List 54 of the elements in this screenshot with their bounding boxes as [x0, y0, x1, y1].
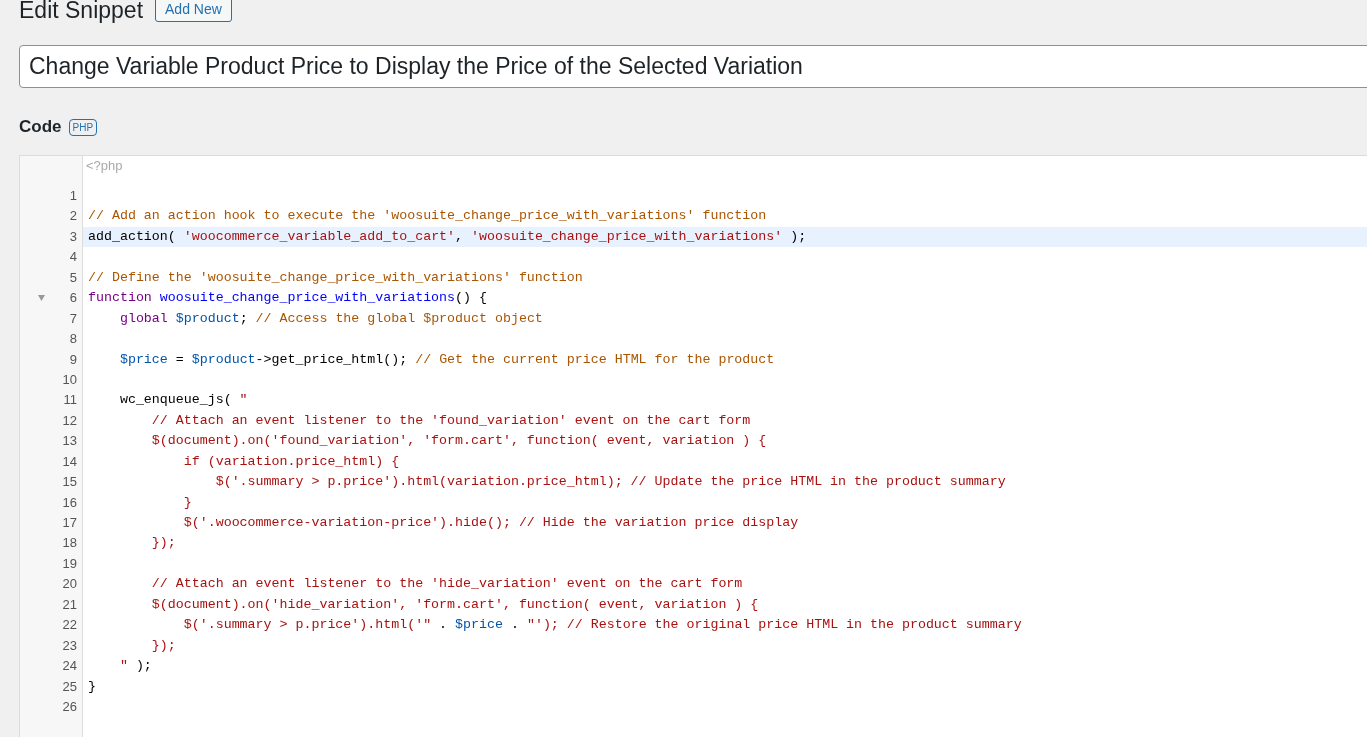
line-number: 6 [69, 289, 77, 308]
add-new-button[interactable]: Add New [155, 0, 232, 22]
line-number: 9 [69, 350, 77, 369]
code-line: }); [150, 534, 176, 553]
line-number: 16 [62, 493, 77, 512]
code-line: // Define the 'woosuite_change_price_with_variations' function [87, 268, 583, 287]
code-line: // Attach an event listener to the 'found_variation' event on the cart form [150, 411, 751, 430]
code-line: " ); [118, 657, 152, 676]
language-badge: PHP [68, 118, 98, 136]
code-line: $(document).on('found_variation', 'form.cart', function( event, variation ) { [150, 432, 767, 451]
page-title: Edit Snippet [19, 0, 144, 22]
line-number: 17 [62, 514, 77, 532]
code-line: $(document).on('hide_variation', 'form.cart', function( event, variation ) { [150, 595, 759, 614]
line-number: 26 [62, 697, 77, 716]
code-line: global $product; // Access the global $product object [118, 309, 543, 328]
line-number: 13 [62, 432, 77, 451]
code-line: add_action( 'woocommerce_variable_add_to_cart', 'woosuite_change_price_with_variations' ); [87, 227, 807, 246]
code-line: } [182, 493, 192, 512]
line-number: 20 [62, 575, 77, 594]
line-number: 4 [69, 248, 77, 267]
code-line: }); [150, 636, 176, 655]
code-line: } [87, 677, 96, 696]
fold-arrow-icon[interactable] [38, 295, 45, 302]
line-number: 23 [62, 636, 77, 655]
code-line: wc_enqueue_js( " [118, 391, 248, 410]
code-editor[interactable] [19, 155, 1367, 737]
code-label: Code [19, 117, 62, 137]
line-number: 7 [69, 309, 77, 328]
line-number: 10 [62, 370, 77, 389]
code-line: $('.summary > p.price').html('" . $price . "'); // Restore the original price HTML in the product summary [182, 616, 1022, 635]
code-line: $('.woocommerce-variation-price').hide(); // Hide the variation price display [182, 514, 799, 532]
line-number: 15 [62, 473, 77, 492]
line-number: 22 [62, 616, 77, 635]
line-number: 14 [62, 452, 77, 471]
line-number: 3 [69, 227, 77, 246]
line-number: 25 [62, 677, 77, 696]
code-line: if (variation.price_html) { [182, 452, 400, 471]
line-number: 5 [69, 268, 77, 287]
code-line: // Add an action hook to execute the 'woosuite_change_price_with_variations' function [87, 207, 767, 226]
line-number: 24 [62, 657, 77, 676]
code-line: // Attach an event listener to the 'hide_variation' event on the cart form [150, 575, 743, 594]
code-line: $('.summary > p.price').html(variation.price_html); // Update the price HTML in the product summary [214, 473, 1006, 492]
snippet-title-field[interactable]: Change Variable Product Price to Display the Price of the Selected Variation [19, 45, 1367, 88]
line-number: 21 [62, 595, 77, 614]
line-number: 2 [69, 207, 77, 226]
code-line: $price = $product->get_price_html(); // Get the current price HTML for the product [118, 350, 775, 369]
line-number: 19 [62, 554, 77, 573]
line-number: 8 [69, 330, 77, 349]
line-number: 12 [62, 411, 77, 430]
line-number: 11 [63, 391, 77, 410]
code-line: function woosuite_change_price_with_variations() { [87, 289, 487, 308]
php-open-tag: <?php [86, 158, 123, 173]
line-number: 1 [69, 187, 77, 205]
line-number: 18 [62, 534, 77, 553]
